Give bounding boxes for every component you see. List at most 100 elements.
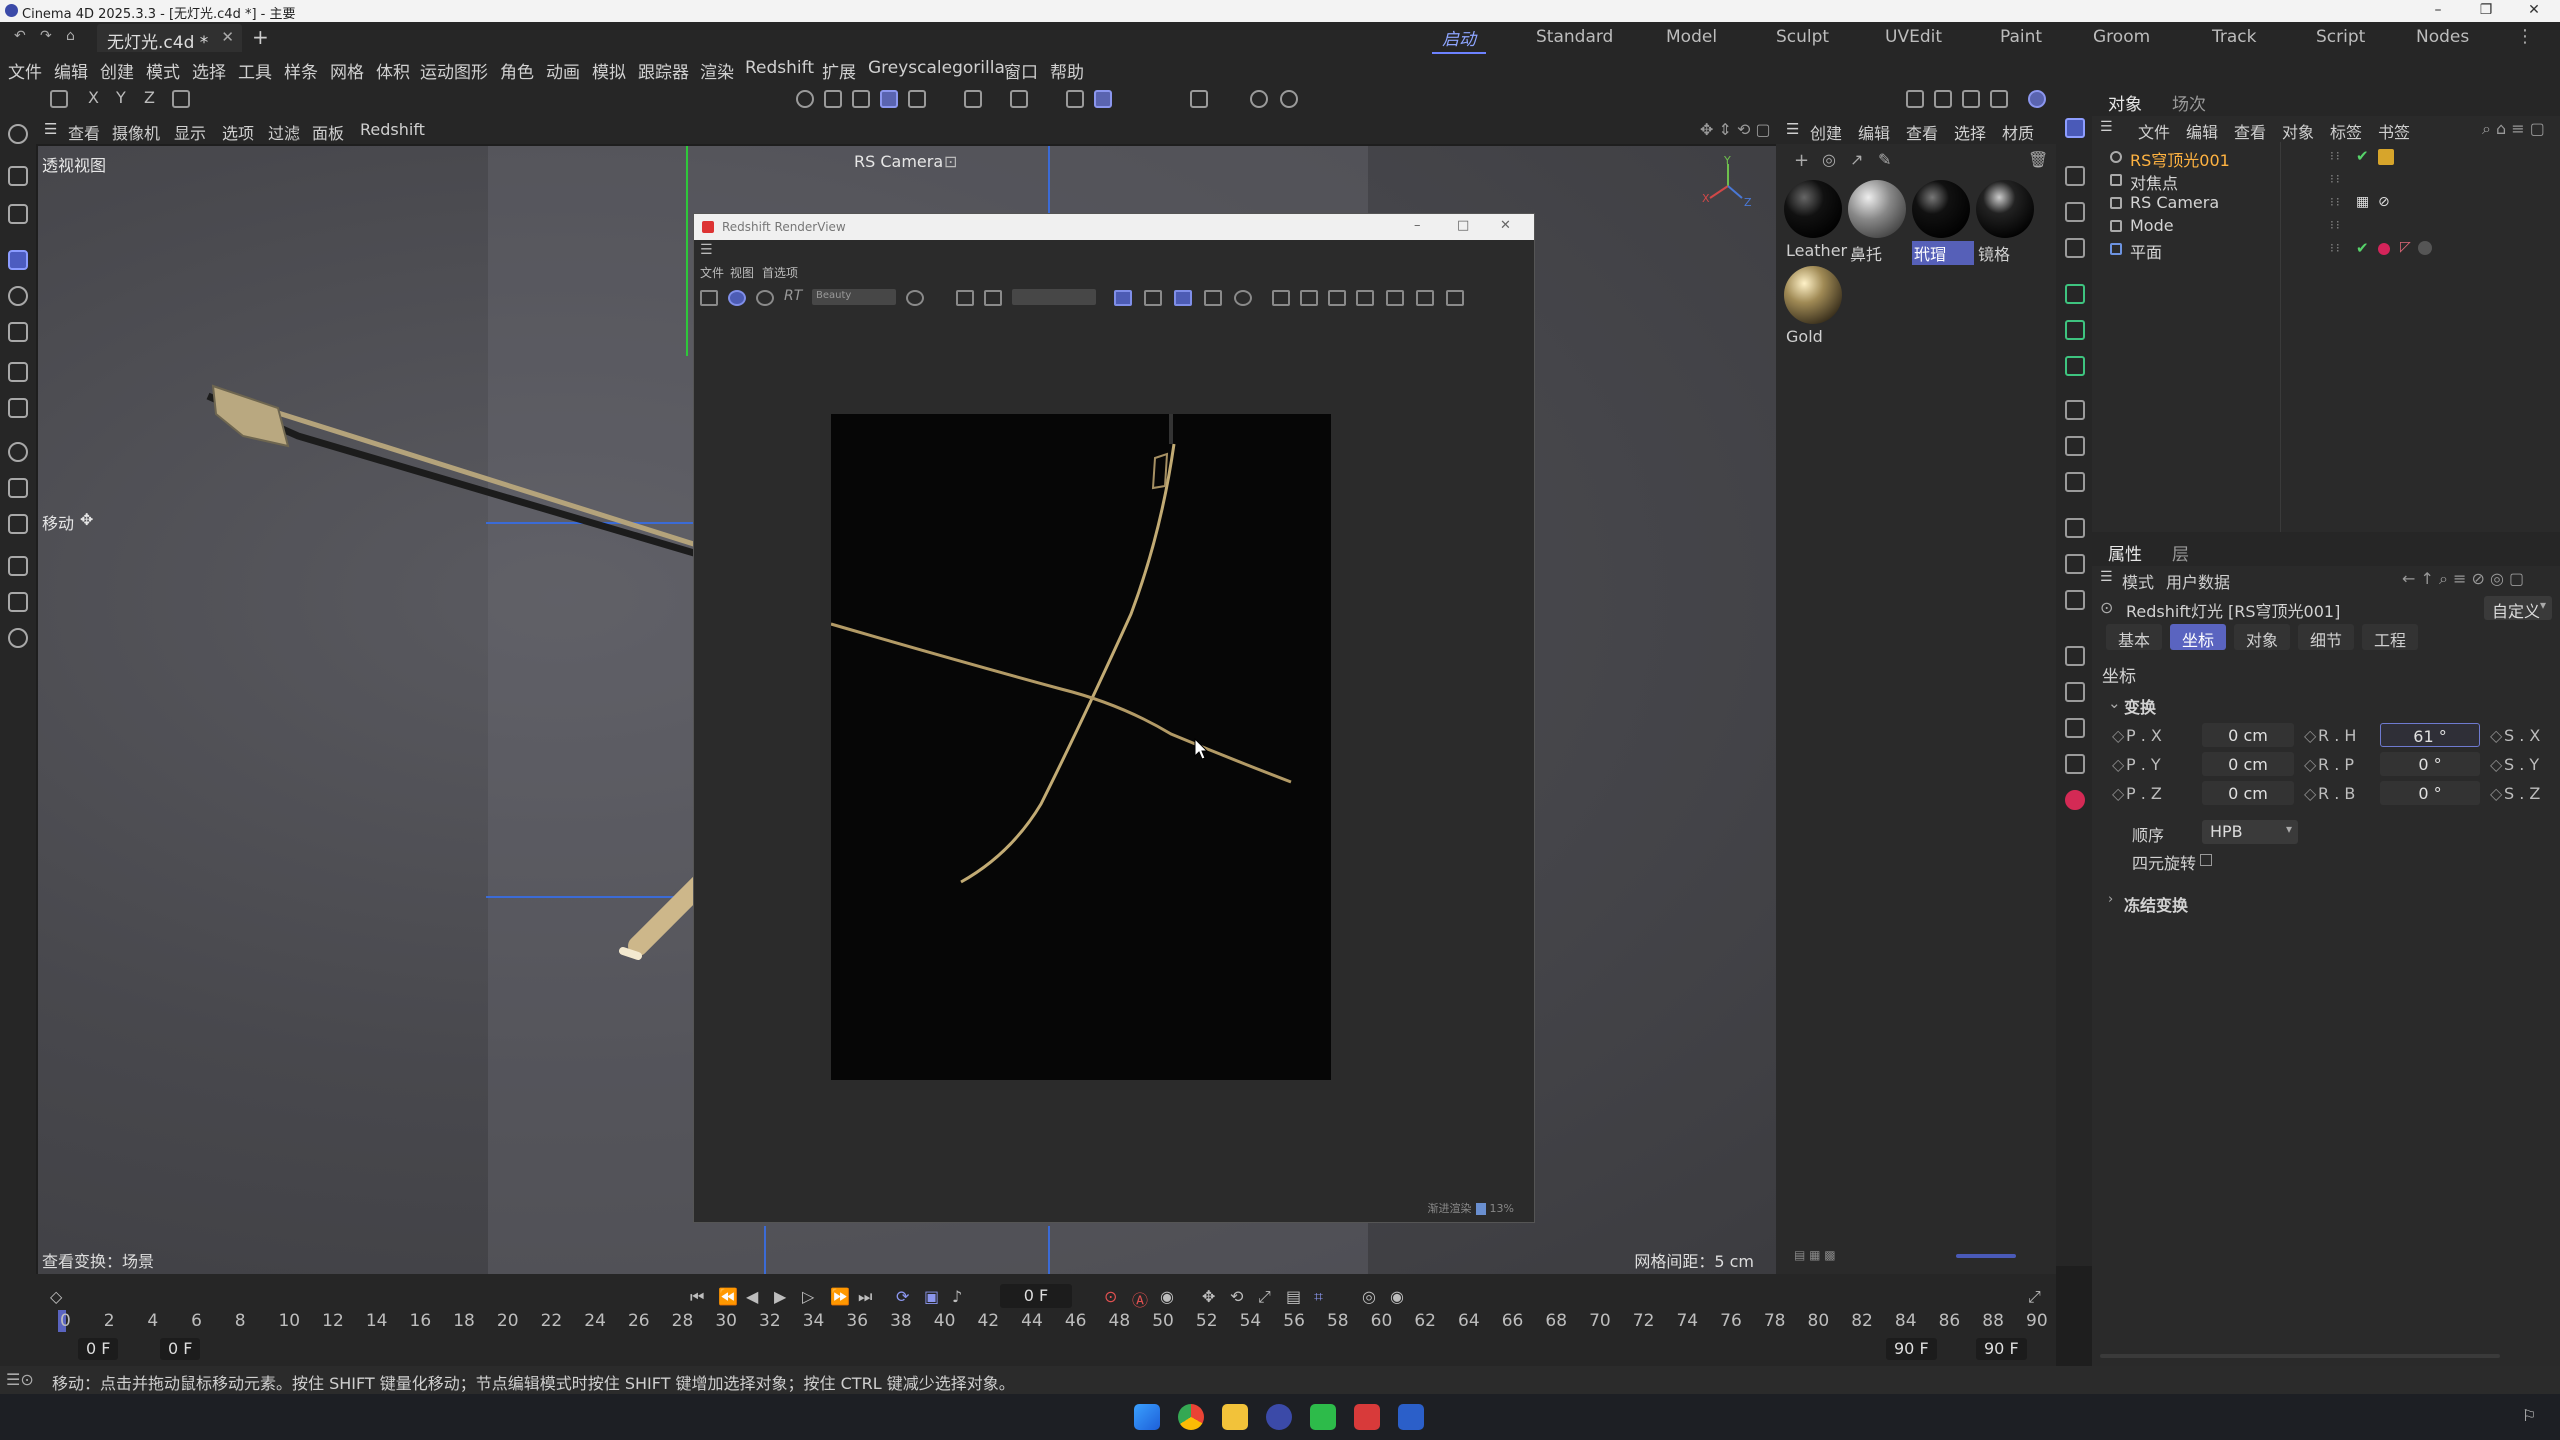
file-explorer-icon[interactable]	[1222, 1404, 1248, 1430]
menu-window[interactable]: 窗口	[1004, 58, 1038, 83]
material-menu-edit[interactable]: 编辑	[1858, 120, 1890, 144]
redshift-renderview-icon[interactable]	[2028, 90, 2046, 108]
snap-icon[interactable]	[1010, 90, 1028, 108]
visibility-dots[interactable]: ⁝⁝	[2330, 149, 2342, 163]
render-active-view-icon[interactable]	[1934, 90, 1952, 108]
attribute-nav-icons[interactable]: ← ↑ ⌕ ≡ ⊘ ◎ ▢	[2402, 569, 2524, 589]
render-settings-icon[interactable]	[1250, 90, 1268, 108]
record-icon[interactable]: ⊙	[1104, 1287, 1117, 1306]
keyframe-icon[interactable]: ◇	[2490, 755, 2502, 774]
settings-gear-icon[interactable]	[2065, 356, 2085, 376]
mograph-effector-icon[interactable]	[2065, 472, 2085, 492]
layer-icon[interactable]	[50, 90, 68, 108]
cube-outline-icon[interactable]	[2065, 166, 2085, 186]
points-mode-icon[interactable]	[796, 90, 814, 108]
redshift-logo-icon[interactable]	[2065, 790, 2085, 810]
renderview-maximize-icon[interactable]: □	[1457, 218, 1469, 233]
goto-end-icon[interactable]: ⏭	[858, 1287, 872, 1307]
menu-greyscalegorilla[interactable]: Greyscalegorilla	[868, 58, 1005, 78]
menu-simulate[interactable]: 模拟	[592, 58, 626, 83]
exposure-icon[interactable]	[1234, 290, 1252, 306]
close-icon[interactable]: ✕	[2516, 2, 2552, 18]
tab-objects[interactable]: 对象	[2108, 90, 2142, 115]
magnet-tool-icon[interactable]	[8, 628, 28, 648]
eyedropper-icon[interactable]: ✎	[1878, 150, 1891, 169]
object-row-dome-light[interactable]: RS穹顶光001 ⁝⁝ ✔	[2110, 146, 2550, 170]
keyframe-selection-icon[interactable]: ◉	[1160, 1287, 1174, 1306]
current-frame-field[interactable]: 0 F	[1000, 1284, 1072, 1308]
live-selection-icon[interactable]	[8, 166, 28, 186]
axis-mode-icon[interactable]	[964, 90, 982, 108]
material-leather[interactable]: Leather	[1784, 180, 1847, 260]
material-view-mode-icon[interactable]: ▤ ▦ ▩	[1794, 1248, 1836, 1262]
wechat-icon[interactable]	[1310, 1404, 1336, 1430]
knife-tool-icon[interactable]	[8, 592, 28, 612]
selection-tools-icon[interactable]	[8, 204, 28, 224]
edges-mode-icon[interactable]	[824, 90, 842, 108]
object-menu-file[interactable]: 文件	[2138, 119, 2170, 143]
light-icon[interactable]	[2065, 590, 2085, 610]
grid-snap-icon[interactable]	[1066, 90, 1084, 108]
menu-tools[interactable]: 工具	[238, 58, 272, 83]
document-tab[interactable]: 无灯光.c4d * ✕	[97, 24, 242, 53]
deformer-icon[interactable]	[2065, 400, 2085, 420]
preview-range-icon[interactable]: ▣	[924, 1287, 939, 1306]
windows-start-icon[interactable]	[1134, 1404, 1160, 1430]
material-lens-frame[interactable]: 镜格	[1976, 180, 2038, 265]
attr-tab-basic[interactable]: 基本	[2106, 624, 2163, 650]
field-icon[interactable]	[2065, 436, 2085, 456]
renderview-menu-preferences[interactable]: 首选项	[762, 264, 798, 281]
object-row-focus-point[interactable]: 对焦点 ⁝⁝	[2110, 169, 2550, 193]
snapshot-dropdown[interactable]	[1012, 289, 1096, 305]
layout-tab-sculpt[interactable]: Sculpt	[1776, 27, 1829, 47]
keyframe-icon[interactable]: ◇	[2112, 784, 2124, 803]
spline-sketch-icon[interactable]	[8, 478, 28, 498]
denoise-icon[interactable]	[1204, 290, 1222, 306]
renderview-menu-view[interactable]: 视图	[730, 264, 754, 281]
menu-character[interactable]: 角色	[500, 58, 534, 83]
rot-h-field[interactable]: 61 °	[2380, 723, 2480, 747]
keyframe-icon[interactable]: ◇	[2304, 755, 2316, 774]
material-menu-create[interactable]: 创建	[1810, 120, 1842, 144]
object-search-icon[interactable]: ⌕ ⌂ ≡ ▢	[2482, 119, 2545, 139]
pos-z-field[interactable]: 0 cm	[2202, 781, 2294, 805]
render-view-icon[interactable]	[1280, 90, 1298, 108]
prev-frame-icon[interactable]: ◀	[746, 1287, 758, 1306]
render-tag-icon[interactable]	[2378, 243, 2390, 255]
key-rotation-icon[interactable]: ⟲	[1230, 1287, 1243, 1306]
model-mode-icon[interactable]	[880, 90, 898, 108]
paint-brush-icon[interactable]	[8, 556, 28, 576]
clapper-icon[interactable]	[700, 290, 718, 306]
layout-tab-track[interactable]: Track	[2212, 27, 2256, 47]
transform-group-title[interactable]: 变换	[2124, 694, 2156, 718]
picture-viewer-icon[interactable]	[2065, 682, 2085, 702]
home-icon[interactable]: ⌂	[66, 28, 75, 44]
save-image-icon[interactable]	[1356, 290, 1374, 306]
range-start-field[interactable]: 0 F	[78, 1338, 119, 1360]
key-pla-icon[interactable]: ⌗	[1314, 1287, 1323, 1307]
add-material-icon[interactable]: +	[1794, 150, 1809, 171]
menu-mode[interactable]: 模式	[146, 58, 180, 83]
more-menu-icon[interactable]: ⋮	[2516, 26, 2534, 47]
material-nose-pad[interactable]: 鼻托	[1848, 180, 1910, 265]
viewport-menu-display[interactable]: 显示	[174, 120, 206, 144]
symmetry-icon[interactable]	[1190, 90, 1208, 108]
menu-animate[interactable]: 动画	[546, 58, 580, 83]
start-render-icon[interactable]	[728, 290, 746, 306]
group-chevron-icon[interactable]: ⌄	[2108, 694, 2121, 712]
menu-mograph[interactable]: 运动图形	[420, 58, 488, 83]
viewport-menu-panel[interactable]: 面板	[312, 120, 344, 144]
pos-y-field[interactable]: 0 cm	[2202, 752, 2294, 776]
rt-toggle[interactable]: RT	[784, 288, 802, 304]
camera-lock-icon[interactable]: ⊡	[944, 152, 957, 171]
menu-help[interactable]: 帮助	[1050, 58, 1084, 83]
measure-icon[interactable]	[2065, 646, 2085, 666]
renderview-menu-file[interactable]: 文件	[700, 264, 724, 281]
workplane-icon[interactable]	[1094, 90, 1112, 108]
color-channel-icon[interactable]	[906, 290, 924, 306]
cinema4d-icon[interactable]	[1266, 1404, 1292, 1430]
render-queue-icon[interactable]	[2065, 718, 2085, 738]
cube-icon[interactable]	[2065, 202, 2085, 222]
next-key-icon[interactable]: ⏩	[830, 1287, 850, 1306]
move-tool-icon[interactable]	[8, 250, 28, 270]
